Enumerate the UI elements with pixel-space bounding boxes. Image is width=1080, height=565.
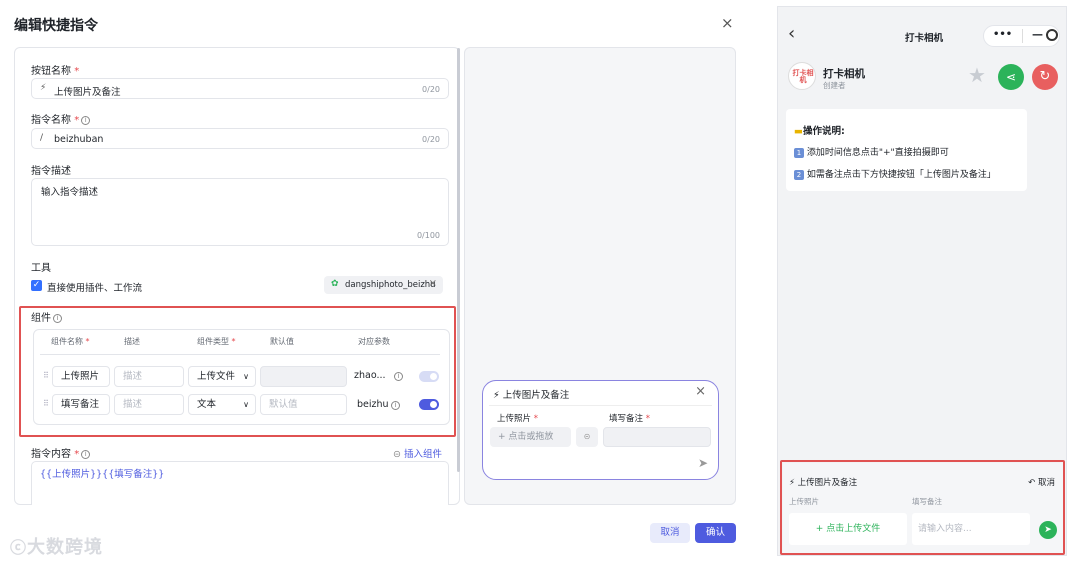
- chevron-down-icon: ∨: [243, 372, 249, 381]
- row1-default-disabled: [260, 366, 347, 387]
- panel-cancel-button[interactable]: ↶ 取消: [1028, 476, 1055, 488]
- preview-field1-label: 上传照片 *: [497, 414, 538, 424]
- command-desc-textarea[interactable]: 输入指令描述 0/100: [31, 178, 449, 246]
- preview-close-icon[interactable]: ×: [695, 384, 706, 399]
- panel-col1-label: 上传照片: [789, 497, 819, 506]
- row2-name[interactable]: 填写备注: [52, 394, 110, 415]
- chevron-down-icon: ∨: [243, 400, 249, 409]
- table-divider: [40, 354, 440, 355]
- preview-title: ⚡ 上传图片及备注: [493, 390, 570, 401]
- shortcut-panel: ⚡ 上传图片及备注 ↶ 取消 上传照片 填写备注 + 点击上传文件 请输入内容.…: [783, 463, 1063, 553]
- upload-file-button[interactable]: + 点击上传文件: [789, 513, 907, 545]
- info-icon: i: [81, 116, 91, 125]
- preview-field2-label: 填写备注 *: [609, 414, 650, 424]
- drag-handle-icon[interactable]: ⠿: [43, 371, 49, 380]
- panel-title: ⚡ 上传图片及备注: [789, 478, 858, 488]
- mobile-preview: ‹ 打卡相机 ••• — 打卡相机 打卡相机 创建者 ★ ⋖ ↻ ▬操作说明: …: [777, 6, 1067, 556]
- link-icon: ⊝: [393, 449, 404, 460]
- button-name-input[interactable]: ⚡ 上传图片及备注 0/20: [31, 78, 449, 99]
- row2-param: beizhu: [357, 399, 389, 410]
- cancel-button[interactable]: 取消: [650, 523, 690, 543]
- row1-name[interactable]: 上传照片: [52, 366, 110, 387]
- number-1-icon: 1: [794, 148, 804, 158]
- info-icon: i: [53, 314, 62, 323]
- share-icon[interactable]: ⋖: [998, 64, 1024, 90]
- components-label: 组件 i: [31, 309, 62, 324]
- row2-desc[interactable]: 描述: [114, 394, 184, 415]
- undo-icon: ↶: [1028, 478, 1036, 488]
- header-component-name: 组件名称 *: [51, 337, 90, 346]
- shortcut-icon: ⚡: [493, 390, 500, 401]
- confirm-button[interactable]: 确认: [695, 523, 736, 543]
- slash-prefix: /: [40, 133, 44, 143]
- row1-type-select[interactable]: 上传文件 ∨: [188, 366, 256, 387]
- refresh-icon[interactable]: ↻: [1032, 64, 1058, 90]
- note-input[interactable]: 请输入内容...: [912, 513, 1030, 545]
- row2-type-select[interactable]: 文本 ∨: [188, 394, 256, 415]
- insert-component-button[interactable]: ⊝ 插入组件: [393, 446, 442, 460]
- info-card: ▬操作说明: 1 添加时间信息点击"+"直接拍摄即可 2 如需备注点击下方快捷按…: [786, 109, 1027, 191]
- send-icon[interactable]: ➤: [698, 456, 708, 470]
- plugin-icon: ✿: [331, 279, 339, 289]
- command-name-input[interactable]: / beizhuban 0/20: [31, 128, 449, 149]
- content-editor[interactable]: {{上传照片}}{{填写备注}}: [31, 461, 449, 505]
- preview-card: ⚡ 上传图片及备注 × 上传照片 * 填写备注 * + 点击或拖放 ⊝ ➤: [482, 380, 719, 480]
- note-icon: ▬: [794, 126, 803, 137]
- tools-label: 工具: [31, 263, 51, 274]
- bot-avatar: 打卡相机: [788, 62, 816, 90]
- capsule-menu[interactable]: ••• —: [983, 25, 1060, 47]
- shortcut-icon: ⚡: [40, 83, 47, 93]
- dialog-title: 编辑快捷指令: [14, 18, 98, 34]
- star-icon[interactable]: ★: [968, 63, 986, 87]
- bot-creator: 创建者: [823, 81, 846, 90]
- panel-col2-label: 填写备注: [912, 497, 942, 506]
- close-circle-icon[interactable]: [1046, 29, 1058, 41]
- header-type: 组件类型 *: [197, 337, 236, 346]
- edit-shortcut-dialog: 编辑快捷指令 × 按钮名称 * ⚡ 上传图片及备注 0/20 指令名称 * i /…: [0, 0, 750, 565]
- more-icon[interactable]: •••: [993, 29, 1012, 40]
- command-name-label: 指令名称 * i: [31, 111, 91, 126]
- info-line-1: 1 添加时间信息点击"+"直接拍摄即可: [794, 145, 949, 158]
- content-label: 指令内容 * i: [31, 445, 91, 460]
- row1-desc[interactable]: 描述: [114, 366, 184, 387]
- remove-tool-icon[interactable]: ×: [429, 278, 437, 289]
- minimize-icon[interactable]: —: [1032, 28, 1043, 41]
- command-desc-label: 指令描述: [31, 166, 71, 177]
- form-scrollbar[interactable]: [457, 48, 460, 472]
- phone-title: 打卡相机: [905, 33, 944, 44]
- row2-toggle[interactable]: [419, 399, 439, 410]
- header-param: 对应参数: [358, 337, 390, 346]
- info-icon: i: [391, 401, 400, 410]
- info-line-2: 2 如需备注点击下方快捷按钮「上传图片及备注」: [794, 167, 996, 180]
- header-desc: 描述: [124, 337, 140, 346]
- drag-handle-icon[interactable]: ⠿: [43, 399, 49, 408]
- preview-upload-button[interactable]: + 点击或拖放: [490, 427, 571, 447]
- watermark-icon: ⓒ: [10, 538, 28, 557]
- close-icon[interactable]: ×: [721, 14, 734, 32]
- number-2-icon: 2: [794, 170, 804, 180]
- tool-chip: ✿ dangshiphoto_beizhu ×: [324, 276, 443, 294]
- button-name-label: 按钮名称 *: [31, 66, 80, 77]
- shortcut-icon: ⚡: [789, 478, 795, 488]
- bot-name: 打卡相机: [823, 68, 865, 80]
- link-icon[interactable]: ⊝: [576, 427, 598, 447]
- send-icon[interactable]: ➤: [1039, 521, 1057, 539]
- direct-use-label: 直接使用插件、工作流: [47, 283, 143, 294]
- header-default: 默认值: [270, 337, 294, 346]
- info-icon: i: [394, 372, 403, 381]
- preview-note-input[interactable]: [603, 427, 711, 447]
- back-icon[interactable]: ‹: [788, 23, 795, 44]
- direct-use-checkbox[interactable]: ✓: [31, 280, 42, 291]
- row2-default-input[interactable]: 默认值: [260, 394, 347, 415]
- row1-toggle[interactable]: [419, 371, 439, 382]
- row1-param: zhao...: [354, 370, 386, 381]
- info-icon: i: [81, 450, 91, 459]
- watermark-logo: ⓒ大数跨境: [10, 537, 104, 558]
- info-title: ▬操作说明:: [794, 126, 845, 137]
